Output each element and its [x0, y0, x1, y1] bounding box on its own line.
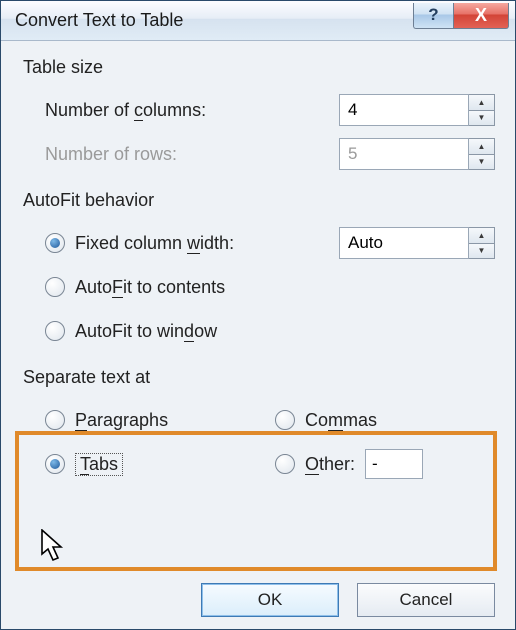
- dialog-title: Convert Text to Table: [15, 10, 413, 31]
- close-button[interactable]: X: [453, 3, 509, 29]
- label-other[interactable]: Other:: [305, 454, 355, 475]
- input-other-separator[interactable]: [365, 449, 423, 479]
- label-autofit-window[interactable]: AutoFit to window: [75, 321, 217, 342]
- label-fixed-column-width[interactable]: Fixed column width:: [75, 233, 234, 254]
- input-fixed-column-width[interactable]: [339, 227, 469, 259]
- opt-commas: Commas: [275, 410, 377, 431]
- spinner-up-icon[interactable]: ▲: [469, 227, 495, 243]
- spinner-down-icon[interactable]: ▼: [469, 110, 495, 127]
- row-autofit-window: AutoFit to window: [23, 309, 495, 353]
- close-icon: X: [475, 5, 487, 26]
- radio-fixed-column-width[interactable]: [45, 233, 65, 253]
- row-fixed-width: Fixed column width: ▲ ▼: [23, 221, 495, 265]
- spinner-up-icon[interactable]: ▲: [469, 94, 495, 110]
- label-paragraphs[interactable]: Paragraphs: [75, 410, 168, 431]
- spinner-rows: ▲ ▼: [339, 138, 495, 170]
- help-icon: ?: [428, 5, 438, 25]
- dialog-body: Table size Number of columns: ▲ ▼ Number…: [1, 41, 515, 571]
- titlebar[interactable]: Convert Text to Table ? X: [1, 1, 515, 41]
- row-number-of-columns: Number of columns: ▲ ▼: [23, 88, 495, 132]
- label-commas[interactable]: Commas: [305, 410, 377, 431]
- dialog-footer: OK Cancel: [1, 571, 515, 629]
- radio-autofit-contents[interactable]: [45, 277, 65, 297]
- opt-tabs: Tabs: [45, 453, 275, 476]
- section-autofit: AutoFit behavior: [23, 190, 495, 211]
- label-number-of-rows: Number of rows:: [45, 144, 177, 165]
- radio-tabs[interactable]: [45, 454, 65, 474]
- label-tabs[interactable]: Tabs: [75, 453, 123, 476]
- row-separate-2: Tabs Other:: [23, 442, 495, 486]
- spinner-down-icon[interactable]: ▼: [469, 243, 495, 260]
- ok-button[interactable]: OK: [201, 583, 339, 617]
- cancel-button[interactable]: Cancel: [357, 583, 495, 617]
- input-number-of-rows: [339, 138, 469, 170]
- spinner-down-icon: ▼: [469, 154, 495, 171]
- spinner-buttons-rows: ▲ ▼: [469, 138, 495, 170]
- row-separate-1: Paragraphs Commas: [23, 398, 495, 442]
- spinner-columns: ▲ ▼: [339, 94, 495, 126]
- radio-paragraphs[interactable]: [45, 410, 65, 430]
- row-autofit-contents: AutoFit to contents: [23, 265, 495, 309]
- opt-paragraphs: Paragraphs: [45, 410, 275, 431]
- radio-other[interactable]: [275, 454, 295, 474]
- section-separate-text: Separate text at: [23, 367, 495, 388]
- spinner-fixed-width: ▲ ▼: [339, 227, 495, 259]
- spinner-buttons-width: ▲ ▼: [469, 227, 495, 259]
- label-autofit-contents[interactable]: AutoFit to contents: [75, 277, 225, 298]
- input-number-of-columns[interactable]: [339, 94, 469, 126]
- cursor-icon: [41, 529, 69, 565]
- spinner-buttons-columns: ▲ ▼: [469, 94, 495, 126]
- dialog-convert-text-to-table: Convert Text to Table ? X Table size Num…: [0, 0, 516, 630]
- help-button[interactable]: ?: [413, 3, 453, 29]
- row-number-of-rows: Number of rows: ▲ ▼: [23, 132, 495, 176]
- radio-autofit-window[interactable]: [45, 321, 65, 341]
- opt-other: Other:: [275, 449, 423, 479]
- spinner-up-icon: ▲: [469, 138, 495, 154]
- label-number-of-columns: Number of columns:: [45, 100, 206, 121]
- section-table-size: Table size: [23, 57, 495, 78]
- radio-commas[interactable]: [275, 410, 295, 430]
